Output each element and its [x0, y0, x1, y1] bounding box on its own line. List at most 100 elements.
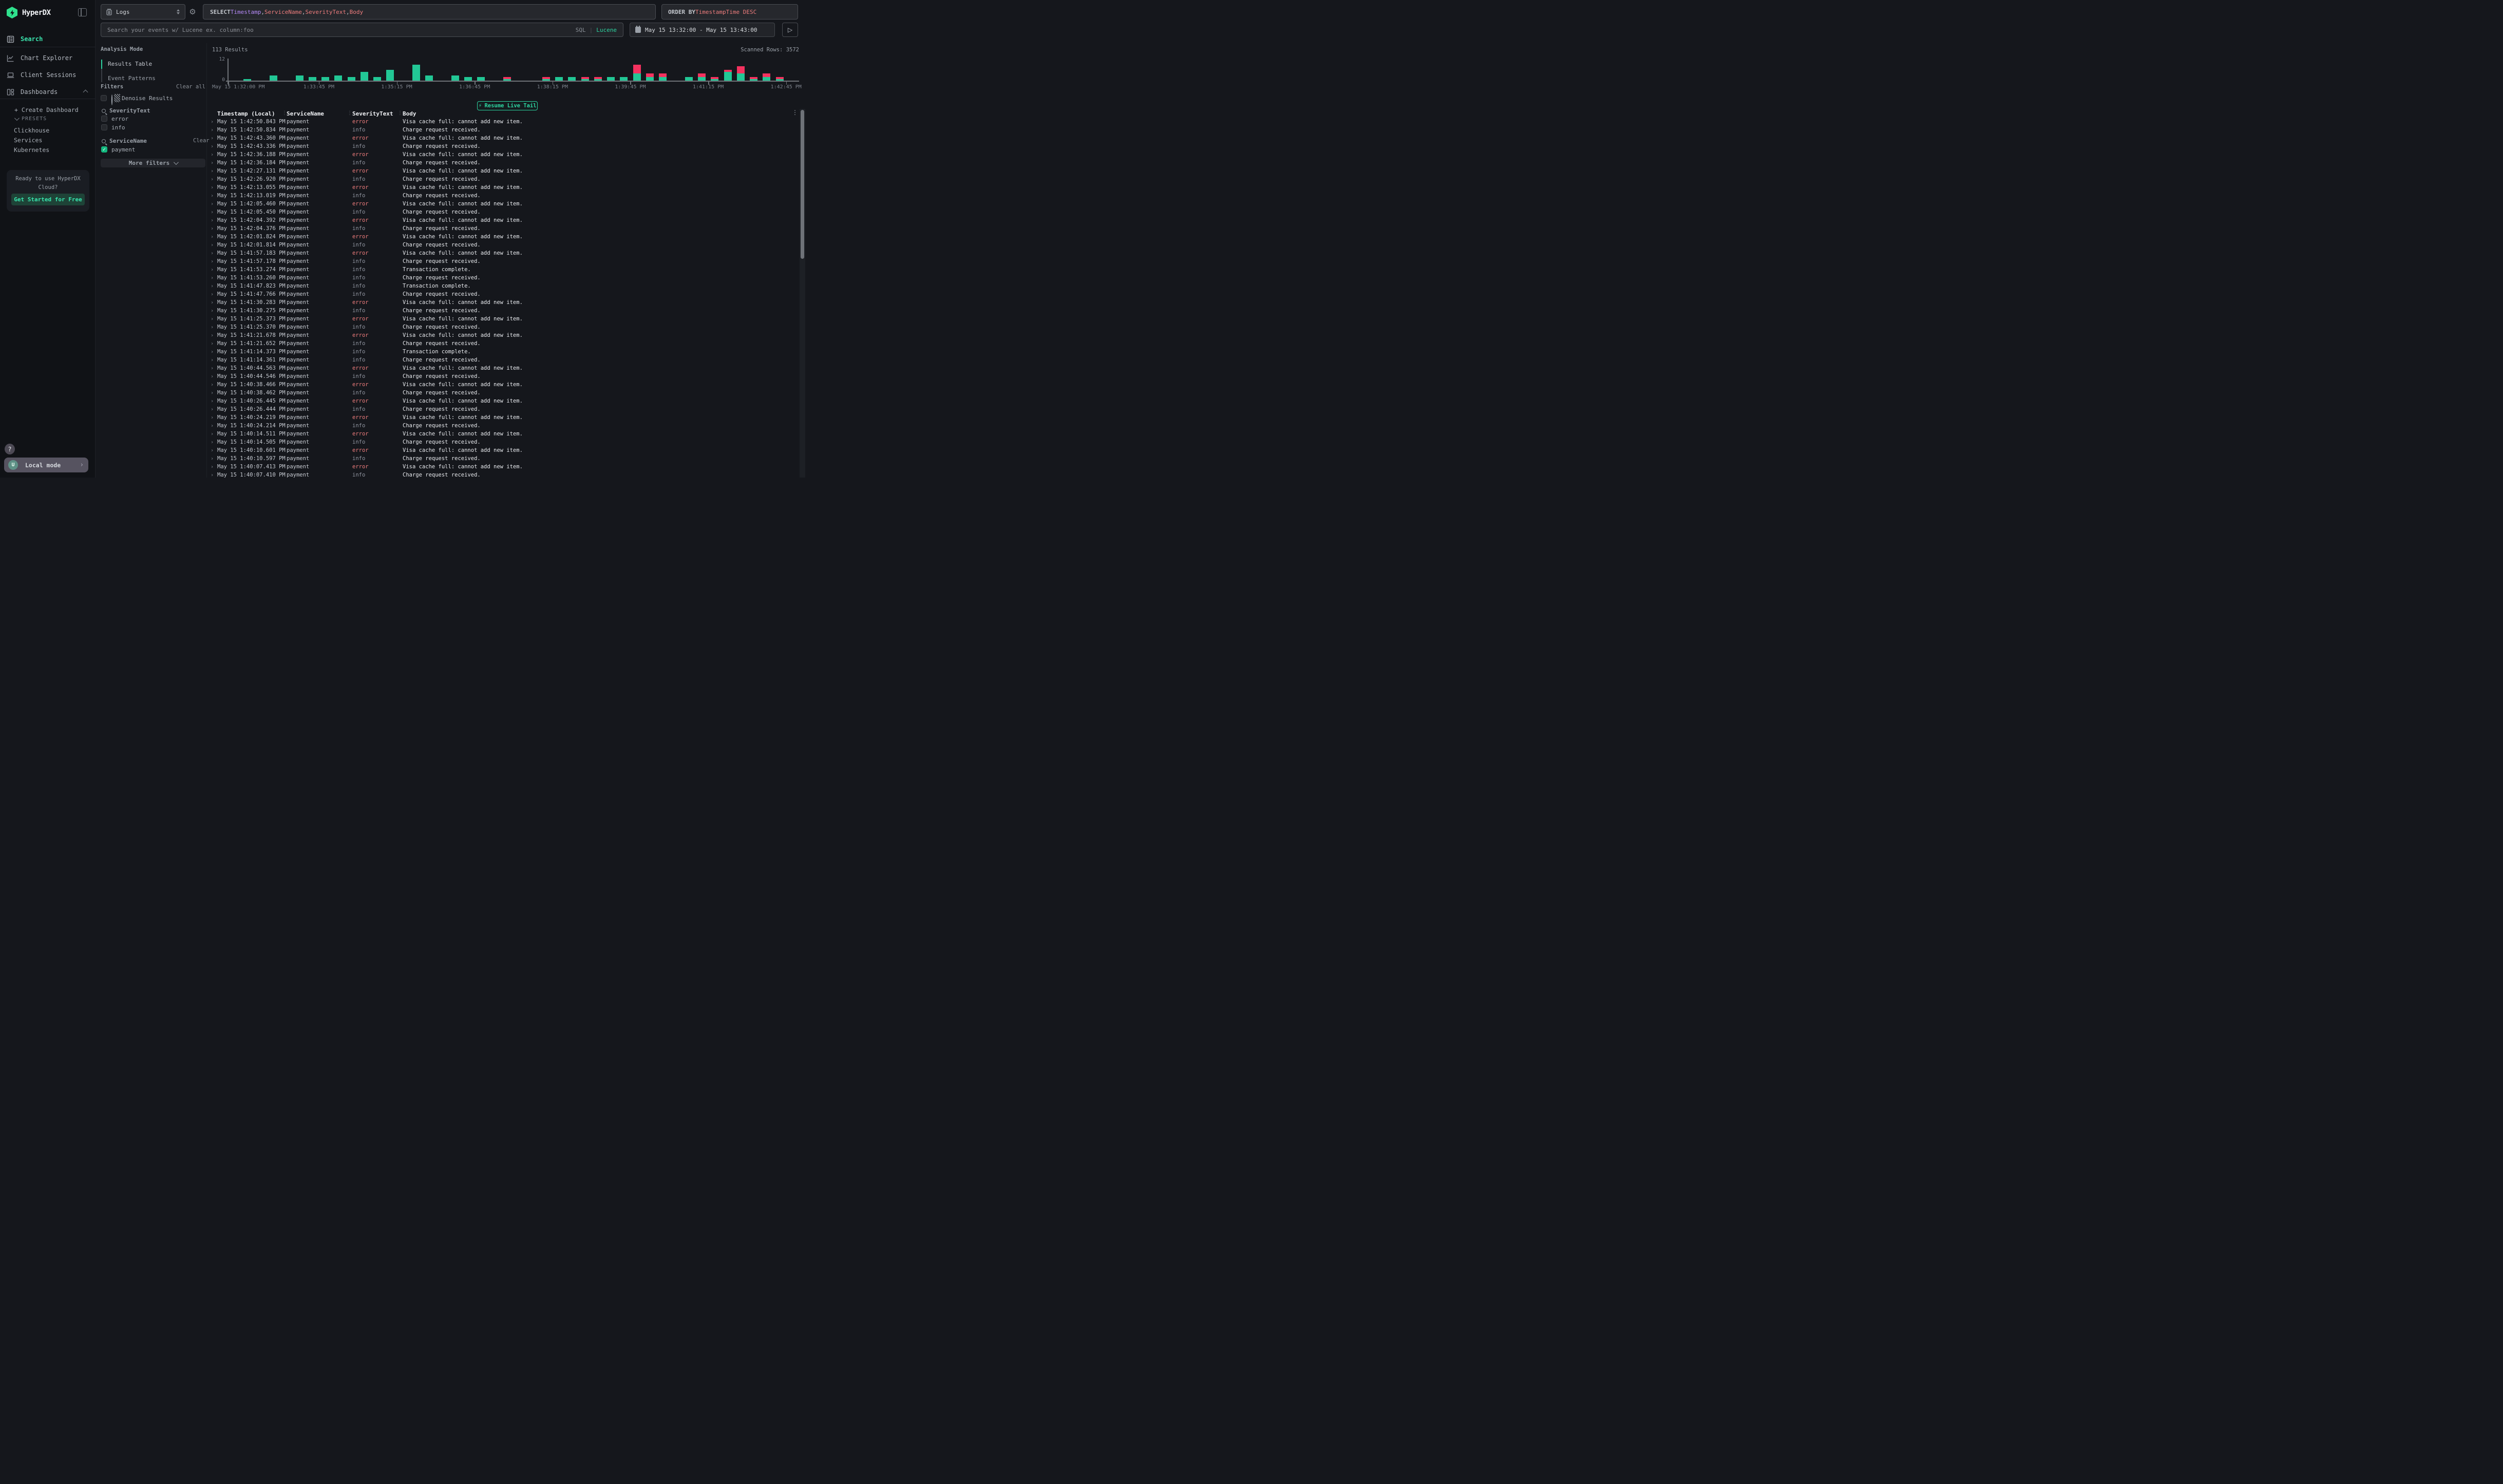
- column-servicename[interactable]: ServiceName: [287, 110, 352, 117]
- histogram-bar-error[interactable]: [581, 77, 589, 79]
- table-row[interactable]: ›May 15 1:41:47.766 PMpaymentinfoCharge …: [208, 290, 799, 298]
- user-menu[interactable]: U Local mode ›: [4, 458, 88, 472]
- histogram-bar-ok[interactable]: [750, 79, 757, 81]
- histogram-bar-error[interactable]: [503, 77, 511, 79]
- histogram-bar-ok[interactable]: [776, 79, 784, 81]
- table-row[interactable]: ›May 15 1:40:07.410 PMpaymentinfoCharge …: [208, 471, 799, 478]
- preset-services[interactable]: Services: [14, 137, 42, 144]
- table-row[interactable]: ›May 15 1:42:50.843 PMpaymenterrorVisa c…: [208, 118, 799, 126]
- table-row[interactable]: ›May 15 1:41:30.283 PMpaymenterrorVisa c…: [208, 298, 799, 307]
- table-row[interactable]: ›May 15 1:41:53.274 PMpaymentinfoTransac…: [208, 265, 799, 274]
- table-row[interactable]: ›May 15 1:42:13.055 PMpaymenterrorVisa c…: [208, 183, 799, 192]
- histogram-bar-ok[interactable]: [542, 79, 550, 81]
- table-row[interactable]: ›May 15 1:40:26.445 PMpaymenterrorVisa c…: [208, 397, 799, 405]
- histogram-bar-ok[interactable]: [763, 77, 770, 81]
- table-row[interactable]: ›May 15 1:42:50.834 PMpaymentinfoCharge …: [208, 126, 799, 134]
- filter-checkbox-payment[interactable]: ✓: [101, 146, 107, 153]
- histogram-bar-ok[interactable]: [296, 75, 304, 81]
- sidebar-collapse-icon[interactable]: [78, 8, 87, 16]
- table-row[interactable]: ›May 15 1:40:38.462 PMpaymentinfoCharge …: [208, 389, 799, 397]
- help-button[interactable]: ?: [5, 444, 15, 454]
- table-row[interactable]: ›May 15 1:42:26.920 PMpaymentinfoCharge …: [208, 175, 799, 183]
- sidebar-item-search[interactable]: Search: [0, 33, 96, 45]
- histogram-bar-error[interactable]: [633, 65, 641, 74]
- histogram-bar-ok[interactable]: [373, 77, 381, 81]
- table-row[interactable]: ›May 15 1:42:36.184 PMpaymentinfoCharge …: [208, 159, 799, 167]
- order-by-input[interactable]: ORDER BY TimestampTime DESC: [661, 4, 798, 20]
- preset-kubernetes[interactable]: Kubernetes: [14, 146, 49, 154]
- filter-option-info[interactable]: info: [111, 124, 125, 131]
- filter-option-error[interactable]: error: [111, 116, 128, 122]
- histogram-bar-ok[interactable]: [633, 73, 641, 81]
- histogram-bar-ok[interactable]: [737, 73, 745, 81]
- run-query-button[interactable]: ▷: [782, 23, 798, 37]
- table-row[interactable]: ›May 15 1:42:04.376 PMpaymentinfoCharge …: [208, 224, 799, 233]
- table-row[interactable]: ›May 15 1:42:05.450 PMpaymentinfoCharge …: [208, 208, 799, 216]
- table-row[interactable]: ›May 15 1:41:21.678 PMpaymenterrorVisa c…: [208, 331, 799, 339]
- gear-icon[interactable]: ⚙: [187, 7, 198, 16]
- more-filters-button[interactable]: More filters: [101, 159, 205, 167]
- histogram-bar-ok[interactable]: [243, 79, 251, 81]
- sidebar-item-chart-explorer[interactable]: Chart Explorer: [0, 52, 96, 64]
- histogram-bar-ok[interactable]: [646, 77, 654, 81]
- table-row[interactable]: ›May 15 1:42:01.814 PMpaymentinfoCharge …: [208, 241, 799, 249]
- table-row[interactable]: ›May 15 1:40:14.511 PMpaymenterrorVisa c…: [208, 430, 799, 438]
- table-row[interactable]: ›May 15 1:42:01.824 PMpaymenterrorVisa c…: [208, 233, 799, 241]
- histogram-bar-ok[interactable]: [270, 75, 277, 81]
- filter-checkbox-error[interactable]: [101, 116, 107, 122]
- histogram-bar-ok[interactable]: [309, 77, 316, 81]
- histogram-bar-ok[interactable]: [321, 77, 329, 81]
- histogram-bar-error[interactable]: [698, 73, 706, 77]
- histogram-bar-ok[interactable]: [711, 79, 718, 81]
- histogram-bar-error[interactable]: [724, 70, 732, 72]
- histogram-bar-ok[interactable]: [334, 75, 342, 81]
- results-histogram[interactable]: [228, 59, 799, 81]
- source-select[interactable]: Logs: [101, 4, 185, 20]
- table-options-kebab-icon[interactable]: ⋮: [792, 109, 798, 116]
- chevron-up-icon[interactable]: [83, 89, 88, 94]
- column-timestamp[interactable]: Timestamp (Local): [217, 110, 287, 117]
- table-row[interactable]: ›May 15 1:41:57.178 PMpaymentinfoCharge …: [208, 257, 799, 265]
- column-severitytext[interactable]: SeverityText: [352, 110, 403, 117]
- histogram-bar-ok[interactable]: [503, 79, 511, 81]
- histogram-bar-error[interactable]: [646, 73, 654, 77]
- table-row[interactable]: ›May 15 1:41:14.361 PMpaymentinfoCharge …: [208, 356, 799, 364]
- table-row[interactable]: ›May 15 1:40:07.413 PMpaymenterrorVisa c…: [208, 463, 799, 471]
- histogram-bar-ok[interactable]: [451, 75, 459, 81]
- histogram-bar-ok[interactable]: [698, 77, 706, 81]
- histogram-bar-ok[interactable]: [361, 72, 368, 81]
- table-row[interactable]: ›May 15 1:41:47.823 PMpaymentinfoTransac…: [208, 282, 799, 290]
- column-resize-handle[interactable]: ⋮: [347, 110, 352, 116]
- table-row[interactable]: ›May 15 1:40:24.219 PMpaymenterrorVisa c…: [208, 413, 799, 422]
- table-row[interactable]: ›May 15 1:41:25.373 PMpaymenterrorVisa c…: [208, 315, 799, 323]
- column-body[interactable]: Body: [403, 110, 799, 117]
- histogram-bar-error[interactable]: [711, 77, 718, 79]
- table-row[interactable]: ›May 15 1:40:38.466 PMpaymenterrorVisa c…: [208, 380, 799, 389]
- table-row[interactable]: ›May 15 1:41:57.183 PMpaymenterrorVisa c…: [208, 249, 799, 257]
- search-input[interactable]: [101, 23, 576, 36]
- table-row[interactable]: ›May 15 1:40:10.601 PMpaymenterrorVisa c…: [208, 446, 799, 454]
- histogram-bar-error[interactable]: [594, 77, 602, 79]
- table-row[interactable]: ›May 15 1:40:44.563 PMpaymenterrorVisa c…: [208, 364, 799, 372]
- scrollbar-thumb[interactable]: [801, 110, 804, 259]
- select-clause-input[interactable]: SELECT Timestamp, ServiceName, SeverityT…: [203, 4, 656, 20]
- table-row[interactable]: ›May 15 1:42:27.131 PMpaymenterrorVisa c…: [208, 167, 799, 175]
- table-row[interactable]: ›May 15 1:41:30.275 PMpaymentinfoCharge …: [208, 307, 799, 315]
- clear-all-link[interactable]: Clear all: [176, 84, 205, 90]
- histogram-bar-ok[interactable]: [581, 79, 589, 81]
- histogram-bar-ok[interactable]: [659, 77, 667, 81]
- create-dashboard-link[interactable]: + Create Dashboard: [14, 106, 79, 113]
- denoise-checkbox[interactable]: [101, 95, 107, 101]
- histogram-bar-ok[interactable]: [348, 77, 355, 81]
- histogram-bar-ok[interactable]: [607, 77, 615, 81]
- histogram-bar-error[interactable]: [737, 66, 745, 73]
- table-row[interactable]: ›May 15 1:40:10.597 PMpaymentinfoCharge …: [208, 454, 799, 463]
- filter-checkbox-info[interactable]: [101, 124, 107, 130]
- histogram-bar-ok[interactable]: [594, 79, 602, 81]
- get-started-button[interactable]: Get Started for Free: [11, 194, 85, 205]
- histogram-bar-ok[interactable]: [464, 77, 472, 81]
- histogram-bar-ok[interactable]: [477, 77, 485, 81]
- sidebar-item-client-sessions[interactable]: Client Sessions: [0, 69, 96, 81]
- histogram-bar-ok[interactable]: [425, 75, 433, 81]
- table-row[interactable]: ›May 15 1:42:13.019 PMpaymentinfoCharge …: [208, 192, 799, 200]
